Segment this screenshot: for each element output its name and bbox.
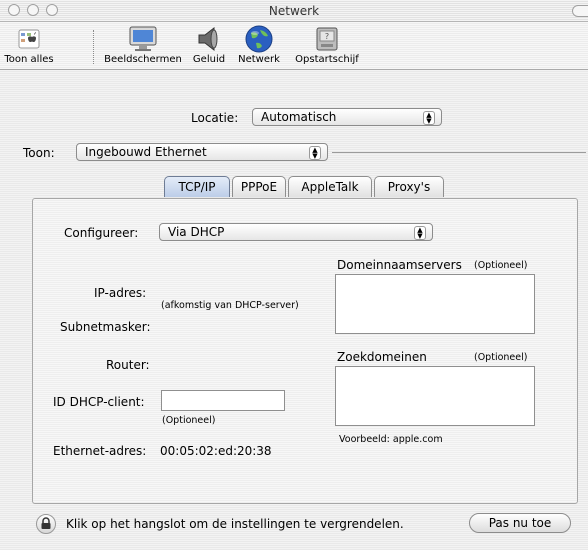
ip-address-label: IP-adres: — [94, 286, 147, 300]
ethernet-address-label: Ethernet-adres: — [53, 444, 147, 458]
location-label: Locatie: — [191, 111, 239, 125]
apple-grid-icon — [18, 29, 40, 49]
tcpip-pane — [32, 198, 578, 504]
divider — [332, 152, 586, 153]
disk-icon: ? — [316, 27, 338, 51]
search-optional-note: (Optioneel) — [474, 352, 528, 363]
toolbar-sound[interactable]: Geluid — [189, 24, 229, 66]
toolbar-toggle-icon[interactable] — [572, 5, 588, 17]
location-popup[interactable]: Automatisch ▲ ▼ — [252, 108, 442, 126]
dns-optional-note: (Optioneel) — [474, 260, 528, 271]
toolbar-label-show-all: Toon alles — [4, 54, 54, 65]
padlock-icon — [41, 517, 51, 529]
lock-button[interactable] — [36, 514, 56, 534]
network-pane: Locatie: Automatisch ▲ ▼ Toon: Ingebouwd … — [0, 70, 588, 550]
tab-tcpip[interactable]: TCP/IP — [164, 176, 230, 197]
configure-value: Via DHCP — [168, 225, 225, 239]
tab-proxies-label: Proxy's — [387, 180, 431, 194]
dns-label: Domeinnaamservers — [337, 258, 462, 272]
toolbar-label-startup-disk: Opstartschijf — [295, 54, 359, 65]
toolbar-separator — [93, 30, 94, 64]
show-label: Toon: — [23, 146, 55, 160]
toolbar-network[interactable]: Netwerk — [234, 24, 284, 66]
search-domains-field[interactable] — [335, 366, 535, 426]
router-label: Router: — [106, 358, 150, 372]
globe-icon — [245, 25, 273, 53]
ethernet-address-value: 00:05:02:ed:20:38 — [160, 444, 272, 458]
display-icon — [129, 26, 157, 51]
dhcp-client-optional-note: (Optioneel) — [162, 415, 216, 426]
tab-appletalk[interactable]: AppleTalk — [288, 176, 372, 197]
show-value: Ingebouwd Ethernet — [85, 145, 207, 159]
apply-now-button[interactable]: Pas nu toe — [469, 513, 571, 533]
dhcp-client-id-label: ID DHCP-client: — [53, 395, 145, 409]
toolbar-label-displays: Beeldschermen — [104, 54, 182, 65]
network-preferences-window: Netwerk Toon alles Beeldschermen Geluid … — [0, 0, 588, 550]
tab-pppoe[interactable]: PPPoE — [232, 176, 286, 197]
dns-servers-field[interactable] — [335, 274, 535, 334]
show-popup[interactable]: Ingebouwd Ethernet ▲ ▼ — [76, 143, 328, 161]
toolbar-displays[interactable]: Beeldschermen — [103, 24, 183, 66]
toolbar: Toon alles Beeldschermen Geluid Netwerk … — [0, 22, 588, 70]
speaker-icon — [198, 26, 218, 52]
configure-label: Configureer: — [64, 226, 139, 240]
tab-pppoe-label: PPPoE — [240, 180, 278, 194]
configure-popup[interactable]: Via DHCP ▲ ▼ — [159, 223, 433, 241]
popup-arrows-icon: ▲ ▼ — [414, 226, 426, 240]
svg-text:?: ? — [325, 32, 329, 41]
toolbar-show-all[interactable]: Toon alles — [2, 24, 56, 66]
toolbar-label-sound: Geluid — [192, 54, 226, 65]
toolbar-label-network: Netwerk — [238, 54, 280, 65]
tab-tcpip-label: TCP/IP — [178, 180, 216, 194]
subnet-mask-label: Subnetmasker: — [60, 320, 151, 334]
title-bar: Netwerk — [0, 0, 588, 22]
tab-appletalk-label: AppleTalk — [301, 180, 359, 194]
toolbar-startup-disk[interactable]: ? Opstartschijf — [290, 24, 364, 66]
search-example-note: Voorbeeld: apple.com — [339, 434, 443, 445]
popup-arrows-icon: ▲ ▼ — [423, 111, 435, 125]
ip-address-note: (afkomstig van DHCP-server) — [161, 300, 299, 311]
tab-proxies[interactable]: Proxy's — [374, 176, 444, 197]
popup-arrows-icon: ▲ ▼ — [309, 146, 321, 160]
location-value: Automatisch — [261, 110, 337, 124]
search-domains-label: Zoekdomeinen — [337, 350, 427, 364]
window-title: Netwerk — [268, 4, 320, 18]
dhcp-client-id-input[interactable] — [161, 390, 285, 411]
lock-instruction-text: Klik op het hangslot om de instellingen … — [66, 517, 404, 531]
